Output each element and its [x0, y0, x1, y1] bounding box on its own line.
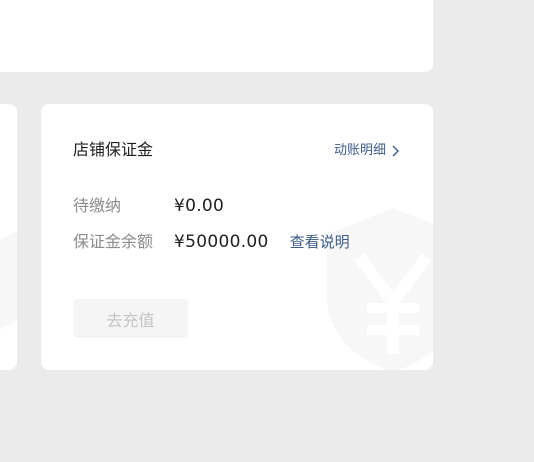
- chevron-right-icon: [392, 145, 399, 156]
- transaction-details-label: 动账明细: [333, 143, 386, 158]
- yen-shield-icon: [327, 208, 433, 370]
- pending-label: 待缴纳: [73, 196, 122, 215]
- pending-row: 待缴纳 ¥0.00: [73, 196, 224, 216]
- transaction-details-link[interactable]: 动账明细: [334, 142, 399, 159]
- balance-label: 保证金余额: [73, 232, 154, 251]
- balance-value: ¥50000.00: [174, 232, 269, 252]
- left-card: [0, 104, 17, 370]
- left-card-watermark: [0, 222, 17, 336]
- view-explanation-link[interactable]: 查看说明: [290, 232, 350, 252]
- balance-row: 保证金余额 ¥50000.00 查看说明: [73, 232, 350, 252]
- recharge-button[interactable]: 去充值: [73, 299, 188, 338]
- pending-value: ¥0.00: [174, 196, 225, 216]
- deposit-card: 店铺保证金 动账明细 待缴纳 ¥0.00 保证金余额 ¥50000.00 查看说…: [41, 104, 433, 370]
- deposit-title: 店铺保证金: [73, 140, 154, 159]
- top-card: [0, 0, 433, 72]
